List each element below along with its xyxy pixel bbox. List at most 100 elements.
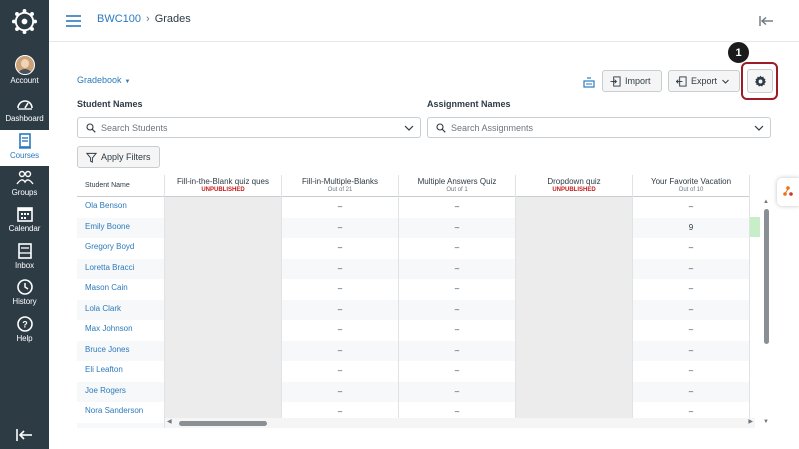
- grade-cell[interactable]: –: [282, 238, 398, 259]
- grade-cell[interactable]: –: [399, 217, 515, 238]
- canvas-logo-icon[interactable]: [11, 8, 38, 35]
- grade-cell[interactable]: –: [399, 361, 515, 382]
- student-name-link[interactable]: Max Johnson: [77, 320, 164, 341]
- assignment-header[interactable]: Your Favorite Vacation Out of 10: [633, 175, 749, 197]
- grade-cell[interactable]: 9: [633, 217, 749, 238]
- grade-cell[interactable]: –: [633, 361, 749, 382]
- grade-cell[interactable]: [165, 361, 281, 382]
- nav-item-help[interactable]: ? Help: [0, 315, 49, 351]
- export-button[interactable]: Export: [668, 70, 740, 92]
- grade-cell[interactable]: –: [633, 238, 749, 259]
- grade-cell[interactable]: [165, 279, 281, 300]
- grade-cell[interactable]: –: [633, 340, 749, 361]
- assignment-header[interactable]: Fill-in-the-Blank quiz ques UNPUBLISHED: [165, 175, 281, 197]
- grade-cell[interactable]: –: [633, 279, 749, 300]
- grade-cell[interactable]: [165, 320, 281, 341]
- student-name-link[interactable]: Lola Clark: [77, 299, 164, 320]
- horizontal-scrollbar[interactable]: ◀ ▶: [165, 418, 755, 428]
- grade-cell[interactable]: [516, 340, 632, 361]
- grade-cell[interactable]: –: [633, 320, 749, 341]
- assignment-header[interactable]: Dropdown quiz UNPUBLISHED: [516, 175, 632, 197]
- grade-cell[interactable]: [516, 381, 632, 402]
- scroll-right-arrow[interactable]: ▶: [748, 418, 753, 425]
- student-name-link[interactable]: Mason Cain: [77, 279, 164, 300]
- horizontal-scroll-thumb[interactable]: [179, 421, 267, 426]
- search-assignments-input[interactable]: Search Assignments: [427, 117, 771, 138]
- chevron-down-icon[interactable]: [754, 124, 764, 132]
- grade-cell[interactable]: [516, 320, 632, 341]
- nav-item-history[interactable]: History: [0, 278, 49, 314]
- grade-cell[interactable]: –: [399, 197, 515, 218]
- grade-cell[interactable]: –: [399, 279, 515, 300]
- grade-cell[interactable]: –: [282, 258, 398, 279]
- grade-cell[interactable]: [516, 217, 632, 238]
- hamburger-menu-icon[interactable]: [66, 15, 81, 27]
- import-icon: [610, 75, 621, 87]
- student-name-link[interactable]: Eli Leafton: [77, 361, 164, 382]
- nav-item-inbox[interactable]: Inbox: [0, 242, 49, 278]
- grade-cell[interactable]: –: [633, 381, 749, 402]
- grid-view-icon[interactable]: [583, 76, 595, 88]
- grade-cell[interactable]: –: [282, 197, 398, 218]
- grade-cell[interactable]: –: [399, 258, 515, 279]
- nav-item-calendar[interactable]: Calendar: [0, 205, 49, 241]
- apply-filters-button[interactable]: Apply Filters: [77, 146, 160, 168]
- student-name-link[interactable]: Ola Benson: [77, 197, 164, 218]
- student-name-link[interactable]: Nora Sanderson: [77, 402, 164, 423]
- grade-cell[interactable]: [165, 238, 281, 259]
- student-name-header[interactable]: Student Name: [77, 175, 164, 197]
- grade-cell[interactable]: –: [633, 299, 749, 320]
- scroll-up-arrow[interactable]: ▲: [763, 199, 769, 205]
- vertical-scrollbar[interactable]: ▲ ▼: [761, 199, 771, 425]
- grade-cell[interactable]: –: [282, 320, 398, 341]
- grade-cell[interactable]: –: [399, 381, 515, 402]
- grade-cell[interactable]: [165, 340, 281, 361]
- student-name-link[interactable]: Gregory Boyd: [77, 238, 164, 259]
- grade-cell[interactable]: [165, 217, 281, 238]
- grade-cell[interactable]: [165, 197, 281, 218]
- nav-item-account[interactable]: Account: [0, 55, 49, 91]
- vertical-scroll-thumb[interactable]: [764, 209, 769, 344]
- grade-cell[interactable]: [165, 258, 281, 279]
- scroll-down-arrow[interactable]: ▼: [763, 419, 769, 425]
- grade-cell[interactable]: –: [282, 299, 398, 320]
- grade-cell[interactable]: [516, 361, 632, 382]
- assignment-header[interactable]: Fill-in-Multiple-Blanks Out of 21: [282, 175, 398, 197]
- grade-cell[interactable]: [165, 381, 281, 402]
- grade-cell[interactable]: –: [282, 340, 398, 361]
- grade-cell[interactable]: –: [282, 217, 398, 238]
- grade-cell[interactable]: –: [633, 197, 749, 218]
- nav-item-groups[interactable]: Groups: [0, 169, 49, 205]
- student-name-link[interactable]: Bruce Jones: [77, 340, 164, 361]
- student-name-link[interactable]: Emily Boone: [77, 217, 164, 238]
- grade-cell[interactable]: –: [399, 340, 515, 361]
- student-name-link[interactable]: Loretta Bracci: [77, 258, 164, 279]
- grade-cell[interactable]: –: [282, 361, 398, 382]
- collapse-sidebar-icon[interactable]: [759, 15, 773, 27]
- search-students-input[interactable]: Search Students: [77, 117, 421, 138]
- assignment-header[interactable]: Multiple Answers Quiz Out of 1: [399, 175, 515, 197]
- chevron-down-icon[interactable]: [404, 124, 414, 132]
- grade-cell[interactable]: [516, 299, 632, 320]
- student-name-link[interactable]: Joe Rogers: [77, 381, 164, 402]
- grade-cell[interactable]: [165, 299, 281, 320]
- student-name-link[interactable]: Jane Smith: [77, 422, 164, 428]
- grade-cell[interactable]: –: [282, 381, 398, 402]
- nav-item-courses[interactable]: Courses: [0, 130, 49, 166]
- grade-cell[interactable]: –: [399, 299, 515, 320]
- scroll-left-arrow[interactable]: ◀: [167, 418, 172, 425]
- grade-cell[interactable]: [516, 238, 632, 259]
- collapse-nav-icon[interactable]: [15, 428, 33, 442]
- side-tab-button[interactable]: [777, 178, 799, 206]
- grade-cell[interactable]: –: [399, 238, 515, 259]
- grade-cell[interactable]: [516, 279, 632, 300]
- grade-cell[interactable]: –: [282, 279, 398, 300]
- grade-cell[interactable]: [516, 258, 632, 279]
- import-button[interactable]: Import: [602, 70, 662, 92]
- grade-cell[interactable]: –: [633, 258, 749, 279]
- grade-cell[interactable]: –: [399, 320, 515, 341]
- gradebook-menu[interactable]: Gradebook ▼: [77, 75, 130, 85]
- nav-item-dashboard[interactable]: Dashboard: [0, 95, 49, 131]
- breadcrumb-course-link[interactable]: BWC100: [97, 13, 141, 25]
- grade-cell[interactable]: [516, 197, 632, 218]
